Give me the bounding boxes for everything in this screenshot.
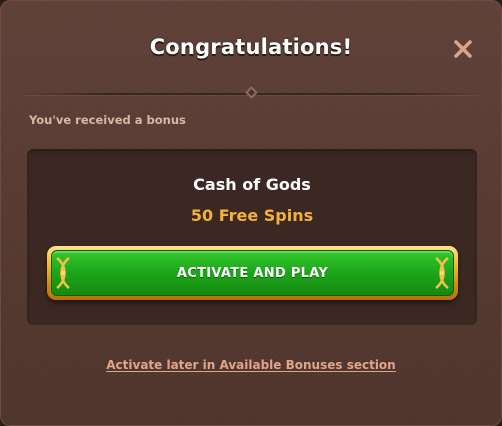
divider-diamond-icon	[245, 86, 258, 99]
activate-later-link[interactable]: Activate later in Available Bonuses sect…	[1, 358, 501, 372]
close-icon	[454, 40, 472, 58]
activate-and-play-button[interactable]: ACTIVATE AND PLAY	[47, 246, 458, 300]
bonus-panel: Cash of Gods 50 Free Spins ACTIVATE AND …	[27, 149, 477, 325]
left-ornament-icon	[56, 257, 70, 289]
close-button[interactable]	[451, 37, 475, 61]
dialog-title: Congratulations!	[149, 35, 353, 59]
bonus-subtitle: You've received a bonus	[29, 113, 186, 127]
bonus-dialog: Congratulations! You've received a bonus…	[0, 0, 502, 426]
bonus-value: 50 Free Spins	[190, 206, 314, 225]
game-name: Cash of Gods	[193, 175, 311, 194]
activate-button-label: ACTIVATE AND PLAY	[176, 265, 329, 281]
activate-button-face: ACTIVATE AND PLAY	[51, 250, 454, 296]
right-ornament-icon	[435, 257, 449, 289]
